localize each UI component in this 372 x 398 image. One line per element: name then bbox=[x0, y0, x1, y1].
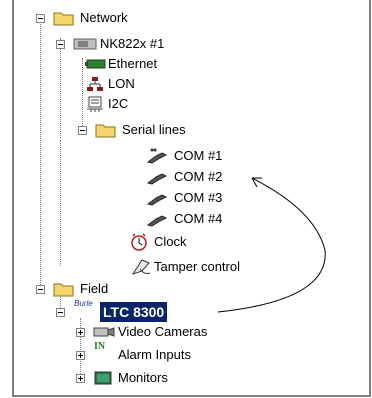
device-tree: Network NK822x #1 Ethernet LON I2C Seria… bbox=[0, 0, 372, 398]
annotation-arrow bbox=[217, 177, 326, 313]
